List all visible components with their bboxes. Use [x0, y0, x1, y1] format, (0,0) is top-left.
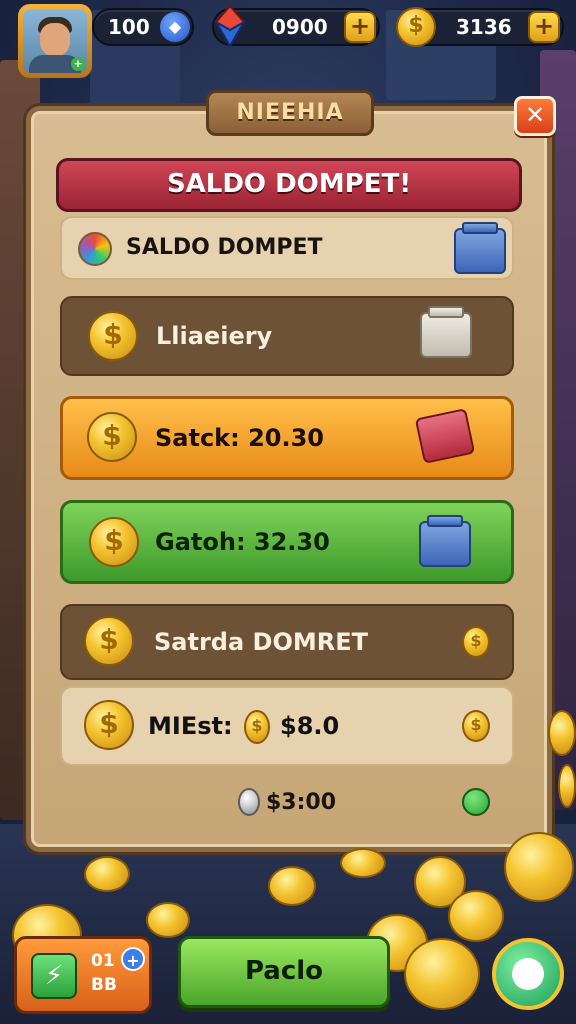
row-label: MIEst:: [148, 712, 233, 740]
add-energy-icon: +: [121, 947, 145, 971]
row-label: Satrda DOMRET: [154, 628, 368, 656]
mini-coin-icon: $: [244, 710, 270, 744]
coin-icon: $: [396, 7, 436, 47]
coin-pile-icon: [84, 856, 130, 892]
main-action-button[interactable]: Paclo: [178, 936, 390, 1008]
coin-pile-icon: [340, 848, 386, 878]
gem-icon: [213, 4, 247, 48]
blue-box-icon: [454, 222, 506, 274]
coin-pile-icon: [504, 832, 574, 902]
shield-icon[interactable]: ◆: [160, 12, 190, 42]
card-icon: [414, 408, 476, 464]
row-label: SALDO DOMPET: [126, 235, 323, 260]
small-coin-icon: $: [462, 710, 490, 742]
list-item[interactable]: $ MIEst: $ $8.0 $: [60, 686, 514, 766]
coin-pile-icon: [268, 866, 316, 906]
refresh-button[interactable]: [492, 938, 564, 1010]
row-label: Gatoh: 32.30: [155, 528, 330, 556]
avatar-plus-icon: +: [71, 57, 85, 71]
bolt-icon: ⚡: [31, 953, 77, 999]
green-gem-icon: [462, 788, 490, 816]
energy-label: BB: [91, 975, 117, 995]
palette-icon: [78, 232, 112, 266]
coin-icon: $: [88, 311, 138, 361]
level-counter: 100 ◆: [92, 8, 194, 46]
footer-text: $3:00: [266, 790, 337, 815]
box-lid: [428, 306, 464, 318]
coin-icon: $: [87, 412, 137, 462]
top-bar: + 100 ◆ 0900 + $ 3136 +: [0, 0, 576, 86]
row-label: Lliaeiery: [156, 322, 273, 350]
box-lid: [427, 515, 463, 527]
coin-pile-icon: [404, 938, 480, 1010]
energy-button[interactable]: ⚡ 01 BB +: [14, 936, 152, 1014]
level-value: 100: [108, 15, 150, 39]
coin-icon: $: [89, 517, 139, 567]
refresh-icon: [512, 958, 544, 990]
silver-coin-icon: [238, 788, 260, 816]
energy-count: 01: [91, 951, 115, 971]
panel-ribbon-title: NIEEHIA: [206, 90, 374, 136]
list-item[interactable]: $ Satrda DOMRET $: [60, 604, 514, 680]
coin-pile-icon: [558, 764, 576, 808]
gems-counter: 0900 +: [212, 4, 380, 48]
gems-value: 0900: [272, 15, 328, 39]
coin-pile-icon: [448, 890, 504, 942]
wallet-balance-row: SALDO DOMPET: [60, 216, 514, 280]
add-gems-button[interactable]: +: [344, 11, 376, 43]
gatoh-option-button[interactable]: $ Gatoh: 32.30: [60, 500, 514, 584]
row-value: $8.0: [280, 712, 340, 740]
panel-header-title: SALDO DOMPET!: [56, 158, 522, 212]
coin-pile-icon: [146, 902, 190, 938]
player-avatar[interactable]: +: [18, 4, 92, 78]
blue-box-icon: [419, 515, 471, 567]
grey-box-icon: [420, 306, 472, 358]
close-button[interactable]: ✕: [514, 96, 556, 136]
coin-icon: $: [84, 616, 134, 666]
list-item[interactable]: $ Lliaeiery: [60, 296, 514, 376]
box-lid: [462, 222, 498, 234]
coins-value: 3136: [456, 15, 512, 39]
coin-pile-icon: [548, 710, 576, 756]
avatar-face: [40, 23, 70, 57]
stack-option-button[interactable]: $ Satck: 20.30: [60, 396, 514, 480]
add-coins-button[interactable]: +: [528, 11, 560, 43]
row-label: Satck: 20.30: [155, 424, 325, 452]
avatar-portrait: +: [23, 9, 87, 73]
coins-counter: $ 3136 +: [396, 7, 564, 47]
small-coin-icon: $: [462, 626, 490, 658]
coin-icon: $: [84, 700, 134, 750]
